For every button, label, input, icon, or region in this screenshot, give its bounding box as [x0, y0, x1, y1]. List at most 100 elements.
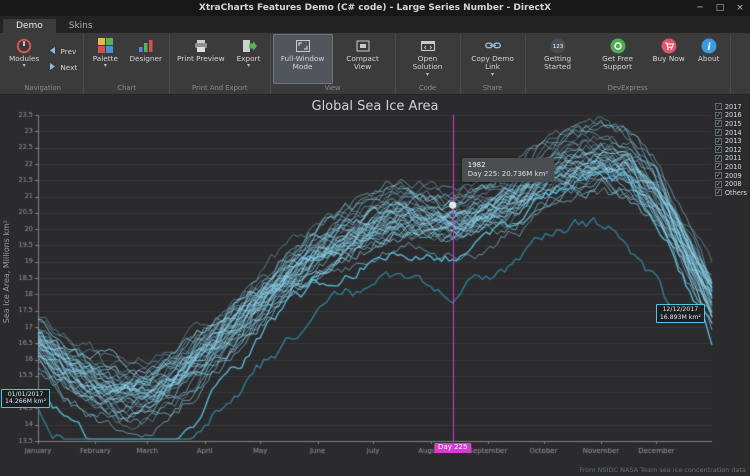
tab-demo[interactable]: Demo	[3, 19, 56, 33]
ribbon-tab-bar: Demo Skins	[0, 16, 750, 33]
ribbon-button-palette[interactable]: Palette▾	[86, 34, 124, 84]
get-free-support-icon	[610, 37, 626, 54]
legend-item-2014[interactable]: ✓2014	[715, 129, 747, 137]
ribbon-button-about[interactable]: iAbout	[690, 34, 728, 84]
close-icon[interactable]: ×	[730, 0, 750, 16]
ribbon-group-label: Share	[463, 84, 523, 94]
ribbon-group-label: DevExpress	[528, 84, 728, 94]
legend-item-others[interactable]: ✓Others	[715, 189, 747, 197]
export-icon	[241, 37, 257, 54]
ribbon-button-get-free-support[interactable]: Get Free Support	[588, 34, 648, 84]
legend-checkbox-icon[interactable]: ✓	[715, 181, 722, 188]
ribbon-button-label: Designer	[129, 55, 162, 63]
ribbon-group-navigation: Modules▾Prev Next Navigation	[2, 34, 84, 94]
palette-icon	[98, 37, 113, 54]
ribbon-button-label: Full-Window Mode	[278, 55, 328, 72]
ribbon-button-label: Copy Demo Link	[468, 55, 518, 72]
ribbon-group-label: View	[273, 84, 393, 94]
compact-view-icon	[355, 37, 371, 54]
y-axis-title: Sea Ice Area, Millions km²	[2, 220, 11, 323]
ribbon-button-open-solution[interactable]: Open Solution▾	[398, 34, 458, 84]
ribbon-button-next[interactable]: Next	[46, 61, 79, 74]
ribbon-button-full-window-mode[interactable]: Full-Window Mode	[273, 34, 333, 84]
legend-checkbox-icon[interactable]: ✓	[715, 120, 722, 127]
data-source-footnote: From NSIDC NASA Team sea ice concentrati…	[579, 466, 746, 474]
legend-checkbox-icon[interactable]: ✓	[715, 146, 722, 153]
dropdown-caret-icon: ▾	[23, 63, 26, 69]
legend-checkbox-icon[interactable]: ✓	[715, 112, 722, 119]
ribbon-group-label: Code	[398, 84, 458, 94]
print-preview-icon	[193, 37, 209, 54]
tooltip-value-text: Day 225: 20.736M km²	[468, 170, 548, 179]
legend-label: 2014	[725, 129, 742, 137]
ribbon-group-label: Chart	[86, 84, 167, 94]
annotation-start-date: 01/01/2017	[5, 391, 46, 398]
modules-icon	[16, 37, 32, 54]
ribbon-button-modules[interactable]: Modules▾	[4, 34, 44, 84]
dropdown-caret-icon: ▾	[426, 72, 429, 78]
legend-item-2012[interactable]: ✓2012	[715, 146, 747, 154]
legend-label: 2013	[725, 137, 742, 145]
maximize-icon[interactable]: □	[710, 0, 730, 16]
legend-checkbox-icon[interactable]: ✓	[715, 129, 722, 136]
ribbon-button-copy-demo-link[interactable]: Copy Demo Link▾	[463, 34, 523, 84]
legend-item-2017[interactable]: ✓2017	[715, 103, 747, 111]
ribbon-button-compact-view[interactable]: Compact View	[333, 34, 393, 84]
legend-item-2015[interactable]: ✓2015	[715, 120, 747, 128]
ribbon-button-label: Print Preview	[177, 55, 225, 63]
minimize-icon[interactable]: ─	[690, 0, 710, 16]
ribbon-button-prev[interactable]: Prev	[46, 45, 79, 58]
ribbon-button-getting-started[interactable]: 123Getting Started	[528, 34, 588, 84]
ribbon-button-label: Get Free Support	[593, 55, 643, 72]
chart-legend: ✓2017✓2016✓2015✓2014✓2013✓2012✓2011✓2010…	[715, 103, 747, 197]
tooltip-series-name: 1982	[468, 161, 548, 170]
ribbon-group-devexpress: 123Getting Started Get Free Support Buy No…	[526, 34, 731, 94]
legend-item-2008[interactable]: ✓2008	[715, 180, 747, 188]
open-solution-icon	[420, 37, 436, 54]
ribbon-group-view: Full-Window Mode Compact ViewView	[271, 34, 396, 94]
chart-area: Global Sea Ice Area Sea Ice Area, Millio…	[0, 95, 750, 476]
chart-title: Global Sea Ice Area	[0, 99, 750, 114]
annotation-start: 01/01/2017 14.266M km²	[1, 389, 50, 408]
annotation-end: 12/12/2017 16.893M km²	[656, 304, 705, 323]
legend-label: 2010	[725, 163, 742, 171]
ribbon-button-print-preview[interactable]: Print Preview	[172, 34, 230, 84]
titlebar[interactable]: XtraCharts Features Demo (C# code) - Lar…	[0, 0, 750, 16]
ribbon: Modules▾Prev Next Navigation Palette▾ Design…	[0, 33, 750, 95]
ribbon-group-print-and-export: Print Preview Export▾Print And Export	[170, 34, 271, 94]
legend-item-2013[interactable]: ✓2013	[715, 137, 747, 145]
legend-item-2010[interactable]: ✓2010	[715, 163, 747, 171]
about-icon: i	[701, 37, 717, 54]
crosshair-axis-label: Day 225	[434, 443, 471, 453]
svg-text:123: 123	[552, 44, 563, 50]
prev-arrow-icon	[48, 46, 57, 57]
ribbon-button-label: Next	[60, 63, 77, 72]
legend-label: 2017	[725, 103, 742, 111]
legend-item-2016[interactable]: ✓2016	[715, 112, 747, 120]
legend-checkbox-icon[interactable]: ✓	[715, 163, 722, 170]
legend-item-2011[interactable]: ✓2011	[715, 155, 747, 163]
legend-checkbox-icon[interactable]: ✓	[715, 155, 722, 162]
legend-label: 2011	[725, 154, 742, 162]
legend-label: 2009	[725, 172, 742, 180]
tab-skins[interactable]: Skins	[56, 19, 106, 33]
ribbon-group-label: Print And Export	[172, 84, 268, 94]
legend-item-2009[interactable]: ✓2009	[715, 172, 747, 180]
legend-checkbox-icon[interactable]: ✓	[715, 138, 722, 145]
ribbon-button-designer[interactable]: Designer	[124, 34, 167, 84]
legend-checkbox-icon[interactable]: ✓	[715, 172, 722, 179]
ribbon-group-label: Navigation	[4, 84, 81, 94]
ribbon-group-code: Open Solution▾Code	[396, 34, 461, 94]
legend-label: 2012	[725, 146, 742, 154]
annotation-start-value: 14.266M km²	[5, 398, 46, 405]
ribbon-button-label: Open Solution	[403, 55, 453, 72]
ribbon-group-share: Copy Demo Link▾Share	[461, 34, 526, 94]
chart-canvas[interactable]	[0, 95, 750, 476]
annotation-end-date: 12/12/2017	[660, 306, 701, 313]
ribbon-button-buy-now[interactable]: Buy Now	[648, 34, 690, 84]
ribbon-button-export[interactable]: Export▾	[230, 34, 268, 84]
annotation-end-value: 16.893M km²	[660, 314, 701, 321]
legend-label: 2015	[725, 120, 742, 128]
legend-checkbox-icon[interactable]: ✓	[715, 103, 722, 110]
legend-checkbox-icon[interactable]: ✓	[715, 189, 722, 196]
